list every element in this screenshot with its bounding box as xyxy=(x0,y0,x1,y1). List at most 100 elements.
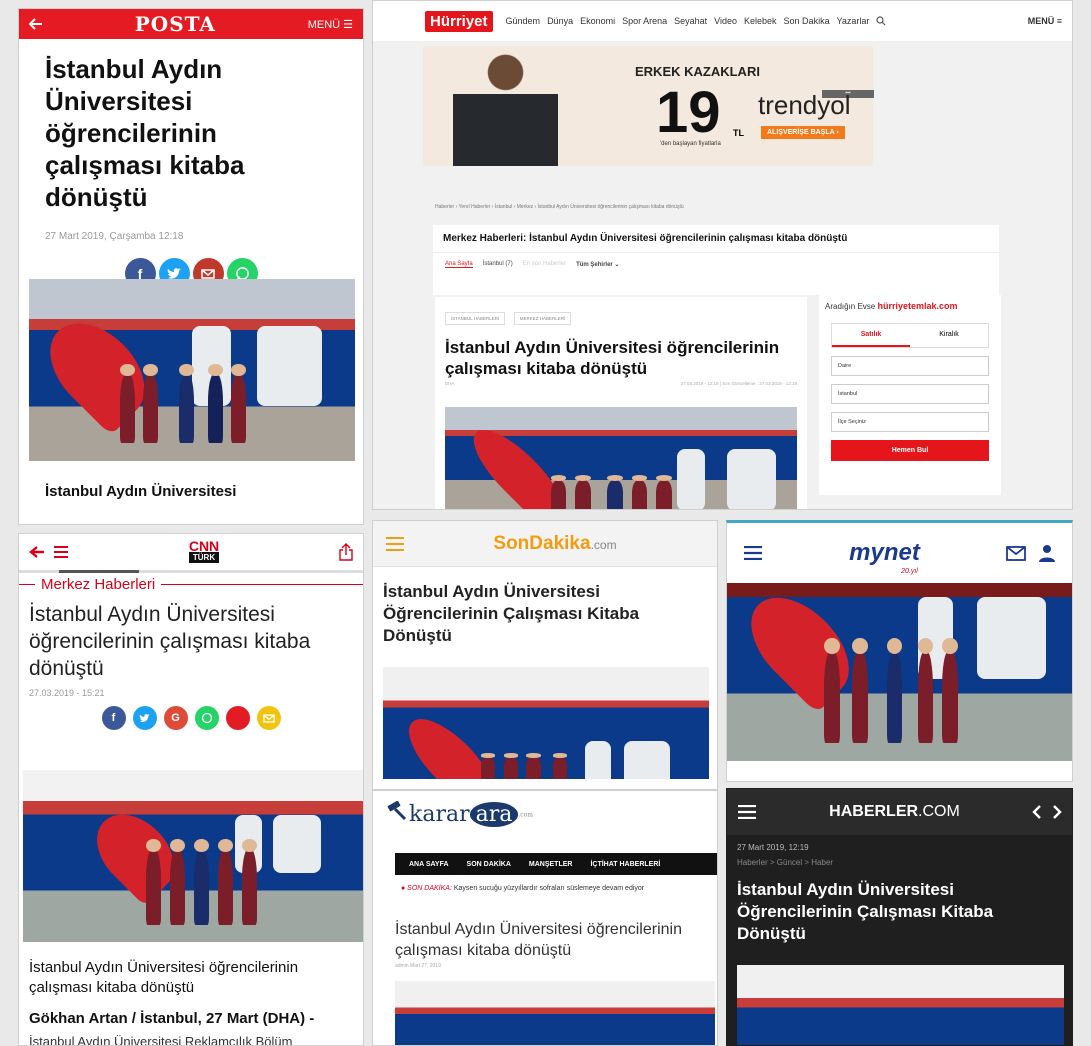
article-photo xyxy=(29,279,355,461)
district-select[interactable]: İlçe Seçiniz xyxy=(831,412,989,432)
logo-sub: TÜRK xyxy=(188,552,220,563)
facebook-icon[interactable]: f xyxy=(101,706,126,730)
haberler-logo[interactable]: HABERLER.COM xyxy=(829,803,960,821)
arrow-left-icon[interactable] xyxy=(29,545,45,559)
posta-article-panel: POSTA MENÜ ☰ İstanbul Aydın Üniversitesi… xyxy=(18,8,364,525)
trendyol-ad-banner[interactable]: ▪▪▪ ERKEK KAZAKLARI 19 TL 'den başlayan … xyxy=(423,46,874,166)
twitter-icon[interactable] xyxy=(132,706,157,730)
mail-icon[interactable] xyxy=(1006,544,1026,562)
cnnturk-logo[interactable]: CNN TÜRK xyxy=(188,538,220,563)
ad-brand: trendyol xyxy=(758,90,851,120)
tab-istanbul[interactable]: İstanbul (7) xyxy=(483,261,513,268)
tab-kiralik[interactable]: Kiralık xyxy=(910,324,988,347)
category-label[interactable]: Merkez Haberleri xyxy=(19,576,363,593)
ad-price: 19 xyxy=(656,80,721,145)
city-select[interactable]: İstanbul xyxy=(831,384,989,404)
ad-currency: TL xyxy=(733,128,744,138)
reading-progress-bar xyxy=(19,570,363,573)
arrow-left-icon[interactable] xyxy=(29,17,43,31)
article-source: DHA xyxy=(445,381,455,386)
logo-text: mynet xyxy=(849,539,920,566)
nav-item-dunya[interactable]: Dünya xyxy=(547,16,573,26)
article-title: İstanbul Aydın Üniversitesi Öğrencilerin… xyxy=(383,582,640,645)
tab-en-son[interactable]: En son Haberler xyxy=(523,261,566,268)
share-buttons: f G xyxy=(19,706,363,730)
tab-tum-sehirler[interactable]: Tüm Şehirler ⌄ xyxy=(576,261,619,268)
emlak-search-widget: Aradığın Evse hürriyetemlak.com Satılık … xyxy=(819,295,1001,495)
nav-item-kelebek[interactable]: Kelebek xyxy=(744,16,777,26)
menu-button[interactable]: MENÜ ☰ xyxy=(308,18,353,31)
hamburger-menu-icon[interactable] xyxy=(53,545,69,559)
breadcrumb[interactable]: Haberler > Güncel > Haber xyxy=(727,852,1072,867)
photo-caption: İstanbul Aydın Üniversitesi xyxy=(45,483,237,500)
article-date: 27 Mart 2019, Çarşamba 12:18 xyxy=(45,231,184,242)
nav-item-ana-sayfa[interactable]: ANA SAYFA xyxy=(409,861,449,868)
article-title: İstanbul Aydın Üniversitesi öğrencilerin… xyxy=(29,603,311,680)
widget-prompt: Aradığın Evse xyxy=(825,302,876,311)
google-plus-icon[interactable]: G xyxy=(163,706,188,730)
sondakika-logo[interactable]: SonDakika.com xyxy=(493,533,616,555)
article-date: 27.03.2019 - 15:21 xyxy=(29,688,105,698)
gavel-icon xyxy=(385,801,409,821)
hamburger-menu-icon[interactable] xyxy=(743,546,763,560)
user-icon[interactable] xyxy=(1038,544,1056,562)
whatsapp-icon[interactable] xyxy=(194,706,219,730)
cnn-header: CNN TÜRK xyxy=(19,534,363,570)
article-meta: admin Mart 27, 2019 xyxy=(395,963,441,969)
breadcrumb[interactable]: Haberler › Yerel Haberler › İstanbul › M… xyxy=(435,204,684,210)
mail-icon[interactable] xyxy=(256,706,281,730)
menu-button[interactable]: MENÜ ≡ xyxy=(1028,16,1062,26)
nav-item-yazarlar[interactable]: Yazarlar xyxy=(837,16,870,26)
nav-item-son-dakika[interactable]: SON DAKİKA xyxy=(467,861,511,868)
logo-text: CNN xyxy=(188,538,220,554)
logo-suffix: .COM xyxy=(918,803,960,820)
hurriyet-logo[interactable]: Hürriyet xyxy=(425,10,493,32)
haberler-header: HABERLER.COM xyxy=(727,789,1072,835)
ticker-text: Kayseri sucuğu yüzyıllardır sofraları sü… xyxy=(453,885,645,892)
mynet-header: mynet 20.yıl xyxy=(727,523,1072,583)
article-body: İstanbul Aydın Üniversitesi Reklamcılık … xyxy=(29,1034,293,1046)
mynet-logo[interactable]: mynet 20.yıl xyxy=(849,539,920,575)
article-meta: DHA 27.03.2019 - 12:18 | Son Güncelleme … xyxy=(445,381,797,386)
article-title: İstanbul Aydın Üniversitesi öğrencilerin… xyxy=(395,921,682,959)
nav-item-gundem[interactable]: Gündem xyxy=(506,16,541,26)
logo-mark: ara xyxy=(469,802,519,827)
flipboard-icon[interactable] xyxy=(225,706,250,730)
tag-merkez[interactable]: MERKEZ HABERLERİ xyxy=(513,312,572,325)
hamburger-menu-icon[interactable] xyxy=(385,536,405,551)
nav-item-seyahat[interactable]: Seyahat xyxy=(674,16,707,26)
share-icon[interactable] xyxy=(339,543,353,561)
posta-logo[interactable]: POSTA xyxy=(135,12,216,36)
search-icon[interactable] xyxy=(876,16,886,26)
nav-item-ekonomi[interactable]: Ekonomi xyxy=(580,16,615,26)
logo-suffix: .com xyxy=(518,811,533,819)
nav-item-spor-arena[interactable]: Spor Arena xyxy=(622,16,667,26)
logo-text: SonDakika xyxy=(493,532,591,554)
ticker-label: ● SON DAKİKA: xyxy=(401,885,452,892)
property-type-select[interactable]: Daire xyxy=(831,356,989,376)
category-title: Merkez Haberleri: İstanbul Aydın Ünivers… xyxy=(443,233,848,244)
logo-suffix: .com xyxy=(590,537,617,552)
category-header: Merkez Haberleri: İstanbul Aydın Ünivers… xyxy=(433,225,999,295)
mynet-article-panel: mynet 20.yıl xyxy=(726,520,1073,782)
ad-model-image xyxy=(453,46,558,166)
tab-satilik[interactable]: Satılık xyxy=(832,324,910,347)
nav-item-mansetler[interactable]: MANŞETLER xyxy=(529,861,573,868)
article-date: 27 Mart 2019, 12:19 xyxy=(737,843,809,852)
chevron-right-icon[interactable] xyxy=(1052,804,1062,820)
tab-ana-sayfa[interactable]: Ana Sayfa xyxy=(445,261,473,268)
emlak-logo[interactable]: hürriyetemlak.com xyxy=(877,301,957,311)
ad-cta-button[interactable]: ALIŞVERİŞE BAŞLA › xyxy=(761,126,845,139)
hamburger-menu-icon[interactable] xyxy=(737,805,757,819)
breaking-news-ticker[interactable]: ● SON DAKİKA: Kayseri sucuğu yüzyıllardı… xyxy=(401,885,644,892)
kararara-logo[interactable]: karar ara .com xyxy=(385,801,533,827)
article-photo xyxy=(23,770,363,942)
sondakika-article-panel: SonDakika.com İstanbul Aydın Üniversites… xyxy=(372,520,718,790)
tag-istanbul[interactable]: İSTANBUL HABERLERİ xyxy=(445,312,506,325)
search-button[interactable]: Hemen Bul xyxy=(831,440,989,461)
chevron-left-icon[interactable] xyxy=(1032,804,1042,820)
nav-item-son-dakika[interactable]: Son Dakika xyxy=(784,16,830,26)
listing-type-tabs: Satılık Kiralık xyxy=(831,323,989,348)
nav-item-ictihat[interactable]: İÇTİHAT HABERLERİ xyxy=(590,861,660,868)
nav-item-video[interactable]: Video xyxy=(714,16,737,26)
